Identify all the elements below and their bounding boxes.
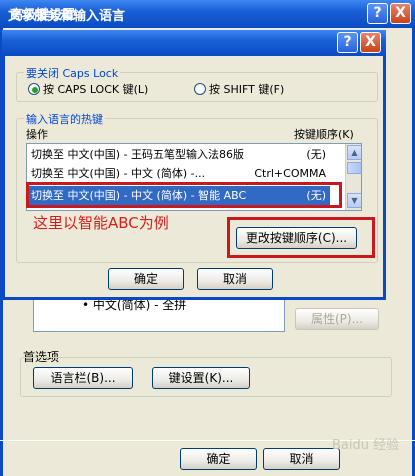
caps-lock-group-label: 要关闭 Caps Lock [24,65,121,81]
dialog-help-button[interactable]: ? [337,32,358,53]
dialog-titlebar [2,30,386,56]
red-highlight-box [26,182,342,208]
key-settings-button[interactable]: 键设置(K)... [152,367,250,389]
scroll-down-icon[interactable]: ▼ [347,193,361,208]
hotkey-row[interactable]: 切换至 中文(中国) - 中文 (简体) -... Ctrl+COMMA [27,164,330,183]
caps-lock-radio[interactable] [28,83,40,95]
row-action: 切换至 中文(中国) - 中文 (简体) -... [31,167,206,180]
dialog-close-button[interactable]: X [360,32,381,53]
column-keys: 按键顺序(K) [294,128,354,141]
row-keys: (无) [306,148,326,161]
caps-lock-radio-label[interactable]: 按 CAPS LOCK 键(L) [43,81,148,97]
shift-radio[interactable] [194,83,206,95]
outer-close-button[interactable]: X [390,3,411,24]
properties-button[interactable]: 属性(P)... [295,308,379,330]
hotkey-row[interactable]: 切换至 中文(中国) - 王码五笔型输入法86版 (无) [27,145,330,164]
annotation-text: 这里以智能ABC为例 [33,214,169,232]
dialog-title: 高级键设置 [10,8,76,23]
change-key-sequence-button[interactable]: 更改按键顺序(C)... [236,227,357,249]
watermark-text: Baidu 经验 [332,438,400,453]
outer-cancel-button[interactable]: 取消 [263,448,340,470]
scroll-thumb[interactable] [347,162,361,174]
shift-radio-label[interactable]: 按 SHIFT 键(F) [209,81,284,97]
radio-selected-dot [32,87,38,93]
scroll-up-icon[interactable]: ▲ [347,145,361,160]
row-action: 切换至 中文(中国) - 王码五笔型输入法86版 [31,148,245,161]
row-keys: Ctrl+COMMA [254,167,326,180]
dialog-cancel-button[interactable]: 取消 [197,268,273,290]
hotkey-group-label: 输入语言的热键 [24,111,105,127]
outer-ok-button[interactable]: 确定 [180,448,257,470]
language-bar-button[interactable]: 语言栏(B)... [33,367,133,389]
dialog-ok-button[interactable]: 确定 [108,268,184,290]
column-action: 操作 [26,128,48,141]
scrollbar[interactable]: ▲ ▼ [345,144,361,210]
outer-help-button[interactable]: ? [367,3,388,24]
